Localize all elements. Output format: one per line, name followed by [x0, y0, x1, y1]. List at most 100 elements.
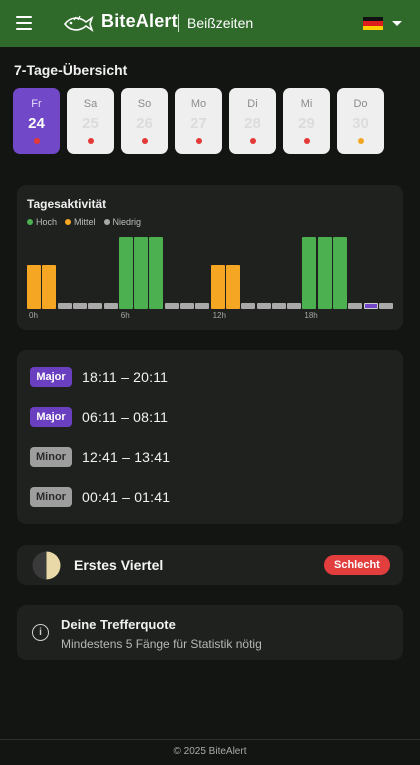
- hour-label: 6h: [120, 311, 130, 320]
- bite-time-row: Minor 12:41 – 13:41: [30, 447, 170, 467]
- activity-bar: [241, 303, 256, 309]
- hour-label: 12h: [212, 311, 226, 320]
- period-type-badge: Minor: [30, 487, 72, 507]
- page-subtitle: Beißzeiten: [187, 15, 254, 31]
- day-tile[interactable]: Do 30: [337, 88, 384, 154]
- activity-bar: [287, 303, 302, 309]
- top-app-bar: BiteAlert Beißzeiten: [0, 0, 420, 47]
- legend-dot: [27, 219, 33, 225]
- activity-bar: [57, 303, 72, 309]
- activity-bar: [333, 237, 347, 309]
- day-number: 24: [28, 115, 45, 132]
- info-icon: i: [32, 624, 49, 641]
- day-tile[interactable]: Mo 27: [175, 88, 222, 154]
- legend-label: Mittel: [74, 217, 96, 227]
- day-tile[interactable]: So 26: [121, 88, 168, 154]
- title-divider: [178, 14, 179, 32]
- day-rating-dot: [250, 138, 256, 144]
- day-number: 28: [244, 115, 261, 132]
- day-rating-dot: [196, 138, 202, 144]
- day-name: Mi: [300, 98, 313, 110]
- time-range: 00:41 – 01:41: [82, 489, 171, 505]
- bite-time-row: Major 18:11 – 20:11: [30, 367, 168, 387]
- hit-rate-title: Deine Trefferquote: [61, 617, 176, 632]
- bite-time-row: Major 06:11 – 08:11: [30, 407, 168, 427]
- moon-phase-label: Erstes Viertel: [74, 557, 164, 573]
- activity-bar: [42, 265, 57, 309]
- day-tile[interactable]: Mi 29: [283, 88, 330, 154]
- day-name: Di: [247, 98, 258, 110]
- activity-bar: [302, 237, 317, 309]
- hit-rate-subtitle: Mindestens 5 Fänge für Statistik nötig: [61, 637, 262, 651]
- activity-bar: [103, 303, 118, 309]
- week-overview-title: 7-Tage-Übersicht: [14, 62, 128, 78]
- legend-dot: [103, 219, 110, 225]
- moon-phase-card: Erstes Viertel Schlecht: [17, 545, 403, 585]
- moon-phase-icon: [32, 551, 61, 580]
- day-number: 27: [190, 115, 207, 132]
- day-tile[interactable]: Di 28: [229, 88, 276, 154]
- activity-bar: [27, 265, 41, 309]
- activity-bar: [210, 265, 225, 309]
- activity-bar-chart: [27, 233, 393, 309]
- footer-divider: [0, 739, 420, 740]
- day-rating-dot: [88, 138, 94, 144]
- day-name: Do: [353, 98, 368, 110]
- day-number: 29: [298, 115, 315, 132]
- activity-bar: [72, 303, 87, 309]
- day-name: Sa: [83, 98, 98, 110]
- activity-bar: [195, 303, 210, 309]
- hour-label: 18h: [304, 311, 318, 320]
- activity-bar: [378, 303, 393, 309]
- activity-bar: [317, 237, 332, 309]
- footer-copyright: © 2025 BiteAlert: [173, 746, 247, 757]
- activity-bar: [348, 303, 363, 309]
- legend-label: Niedrig: [112, 217, 142, 227]
- hour-label: 0h: [29, 311, 38, 320]
- bite-times-card: Major 18:11 – 20:11 Major 06:11 – 08:11 Mino…: [17, 350, 403, 524]
- activity-title: Tagesaktivität: [27, 197, 107, 211]
- german-flag-icon[interactable]: [363, 17, 383, 30]
- activity-bar: [118, 237, 133, 309]
- period-type-badge: Minor: [30, 447, 72, 467]
- day-name: Mo: [190, 98, 207, 110]
- activity-bar: [225, 265, 240, 309]
- legend-dot: [65, 219, 72, 225]
- activity-bar: [180, 303, 194, 309]
- day-rating-dot: [358, 138, 364, 144]
- legend-label: Hoch: [36, 217, 58, 227]
- activity-bar: [164, 303, 179, 309]
- app-title: BiteAlert: [101, 11, 178, 31]
- day-selector: Fr 24 Sa 25 So 26 Mo 27 Di 28 Mi 29 Do 30: [13, 88, 384, 154]
- day-number: 30: [352, 115, 369, 132]
- period-type-badge: Major: [30, 407, 72, 427]
- moon-rating-badge: Schlecht: [324, 555, 390, 575]
- menu-icon[interactable]: [16, 16, 32, 30]
- time-range: 12:41 – 13:41: [82, 449, 171, 465]
- activity-bar: [256, 303, 271, 309]
- hit-rate-card: i Deine Trefferquote Mindestens 5 Fänge …: [17, 605, 403, 660]
- daily-activity-card: Tagesaktivität Hoch Mittel Niedrig 0h 6h 12h…: [17, 185, 403, 330]
- period-type-badge: Major: [30, 367, 72, 387]
- activity-bar: [363, 303, 378, 309]
- day-tile[interactable]: Sa 25: [67, 88, 114, 154]
- activity-legend: Hoch Mittel Niedrig: [27, 217, 141, 227]
- legend-item: Mittel: [65, 217, 96, 227]
- legend-item: Hoch: [27, 217, 57, 227]
- day-number: 26: [136, 115, 153, 132]
- legend-item: Niedrig: [103, 217, 142, 227]
- activity-bar: [271, 303, 286, 309]
- day-rating-dot: [142, 138, 148, 144]
- chevron-down-icon[interactable]: [392, 21, 402, 26]
- day-number: 25: [82, 115, 99, 132]
- activity-bar: [149, 237, 164, 309]
- day-name: So: [137, 98, 152, 110]
- day-name: Fr: [31, 98, 42, 110]
- fish-logo-icon: [64, 15, 94, 32]
- bite-time-row: Minor 00:41 – 01:41: [30, 487, 170, 507]
- day-rating-dot: [304, 138, 310, 144]
- day-tile[interactable]: Fr 24: [13, 88, 60, 154]
- activity-bar: [88, 303, 103, 309]
- activity-bar: [134, 237, 149, 309]
- time-range: 18:11 – 20:11: [82, 369, 169, 385]
